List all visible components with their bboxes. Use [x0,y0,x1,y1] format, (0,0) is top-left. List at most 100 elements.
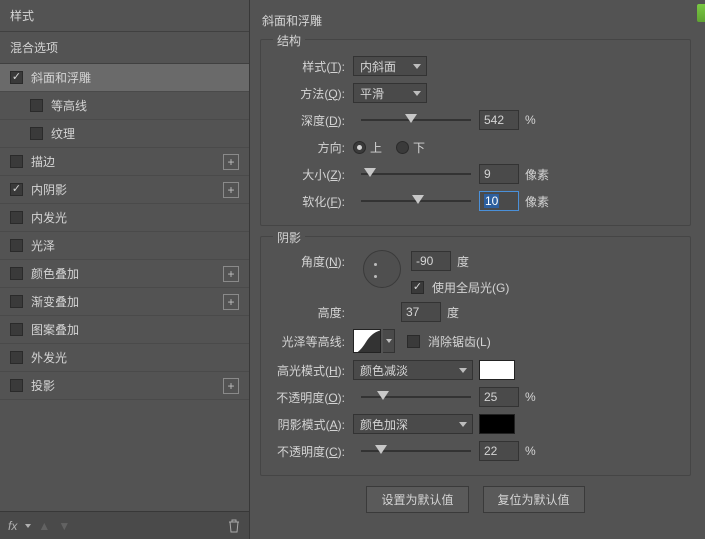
add-gradient-overlay-button[interactable]: + [223,294,239,310]
settings-panel: 斜面和浮雕 结构 样式(T): 内斜面 方法(Q): 平滑 深度(D): 542… [250,0,705,539]
reset-default-button[interactable]: 复位为默认值 [483,486,585,513]
depth-input[interactable]: 542 [479,110,519,130]
style-row-outer-glow[interactable]: 外发光 [0,344,249,372]
style-label: 样式(T): [271,58,353,75]
style-checkbox-satin[interactable] [10,239,23,252]
global-light-checkbox[interactable] [411,281,424,294]
size-slider[interactable] [361,165,471,183]
style-checkbox-inner-shadow[interactable] [10,183,23,196]
highlight-mode-label: 高光模式(H): [271,362,353,379]
structure-group: 结构 样式(T): 内斜面 方法(Q): 平滑 深度(D): 542 % 方向:… [260,39,691,226]
soften-unit: 像素 [525,193,549,210]
add-inner-shadow-button[interactable]: + [223,182,239,198]
style-checkbox-color-overlay[interactable] [10,267,23,280]
trash-icon[interactable] [227,519,241,533]
gloss-contour-label: 光泽等高线: [271,333,353,350]
altitude-input[interactable]: 37 [401,302,441,322]
highlight-opacity-slider[interactable] [361,388,471,406]
gloss-contour-dropdown[interactable] [383,329,395,353]
style-checkbox-pattern-overlay[interactable] [10,323,23,336]
style-label-satin: 光泽 [31,237,239,254]
styles-header: 样式 [0,0,249,32]
angle-dial[interactable] [363,250,401,288]
shading-group: 阴影 角度(N): -90 度 使用全局光(G) 高度: 37 度 光泽等 [260,236,691,476]
style-select[interactable]: 内斜面 [353,56,427,76]
style-label-outer-glow: 外发光 [31,349,239,366]
highlight-color-swatch[interactable] [479,360,515,380]
style-row-pattern-overlay[interactable]: 图案叠加 [0,316,249,344]
style-checkbox-texture[interactable] [30,127,43,140]
styles-footer: fx ▲ ▼ [0,511,249,539]
style-checkbox-drop-shadow[interactable] [10,379,23,392]
style-row-inner-glow[interactable]: 内发光 [0,204,249,232]
technique-select[interactable]: 平滑 [353,83,427,103]
move-up-icon: ▲ [37,519,51,533]
technique-label: 方法(Q): [271,85,353,102]
size-input[interactable]: 9 [479,164,519,184]
style-checkbox-bevel[interactable] [10,71,23,84]
soften-slider[interactable] [361,192,471,210]
style-label-bevel: 斜面和浮雕 [31,69,239,86]
depth-slider[interactable] [361,111,471,129]
style-row-texture[interactable]: 纹理 [0,120,249,148]
shadow-opacity-input[interactable]: 22 [479,441,519,461]
direction-down-radio[interactable] [396,141,409,154]
shadow-mode-select[interactable]: 颜色加深 [353,414,473,434]
shadow-opacity-slider[interactable] [361,442,471,460]
size-unit: 像素 [525,166,549,183]
style-label-inner-shadow: 内阴影 [31,181,223,198]
shadow-color-swatch[interactable] [479,414,515,434]
style-row-satin[interactable]: 光泽 [0,232,249,260]
shading-legend: 阴影 [273,229,305,246]
style-row-inner-shadow[interactable]: 内阴影+ [0,176,249,204]
shadow-opacity-unit: % [525,444,536,458]
highlight-mode-select[interactable]: 颜色减淡 [353,360,473,380]
add-stroke-button[interactable]: + [223,154,239,170]
chevron-down-icon[interactable] [25,524,31,528]
altitude-unit: 度 [447,304,459,321]
add-color-overlay-button[interactable]: + [223,266,239,282]
panel-title: 斜面和浮雕 [260,8,691,35]
fx-icon[interactable]: fx [8,519,17,533]
style-row-color-overlay[interactable]: 颜色叠加+ [0,260,249,288]
blend-options-header[interactable]: 混合选项 [0,32,249,64]
direction-label: 方向: [271,139,353,156]
style-checkbox-stroke[interactable] [10,155,23,168]
angle-input[interactable]: -90 [411,251,451,271]
style-row-contour[interactable]: 等高线 [0,92,249,120]
highlight-opacity-label: 不透明度(O): [271,389,353,406]
soften-label: 软化(F): [271,193,353,210]
style-label-gradient-overlay: 渐变叠加 [31,293,223,310]
style-checkbox-outer-glow[interactable] [10,351,23,364]
panel-indicator [697,4,705,22]
style-checkbox-contour[interactable] [30,99,43,112]
shadow-mode-label: 阴影模式(A): [271,416,353,433]
style-row-stroke[interactable]: 描边+ [0,148,249,176]
make-default-button[interactable]: 设置为默认值 [366,486,468,513]
direction-down-label[interactable]: 下 [413,139,425,156]
highlight-opacity-unit: % [525,390,536,404]
style-label-texture: 纹理 [51,125,239,142]
soften-input[interactable]: 10 [479,191,519,211]
antialias-label[interactable]: 消除锯齿(L) [428,333,491,350]
antialias-checkbox[interactable] [407,335,420,348]
highlight-opacity-input[interactable]: 25 [479,387,519,407]
style-label-drop-shadow: 投影 [31,377,223,394]
gloss-contour-picker[interactable] [353,329,381,353]
style-checkbox-inner-glow[interactable] [10,211,23,224]
style-label-stroke: 描边 [31,153,223,170]
style-row-drop-shadow[interactable]: 投影+ [0,372,249,400]
styles-panel: 样式 混合选项 斜面和浮雕等高线纹理描边+内阴影+内发光光泽颜色叠加+渐变叠加+… [0,0,250,539]
direction-up-label[interactable]: 上 [370,139,382,156]
style-label-pattern-overlay: 图案叠加 [31,321,239,338]
style-checkbox-gradient-overlay[interactable] [10,295,23,308]
direction-up-radio[interactable] [353,141,366,154]
move-down-icon: ▼ [57,519,71,533]
style-label-contour: 等高线 [51,97,239,114]
global-light-label[interactable]: 使用全局光(G) [432,279,509,296]
style-label-inner-glow: 内发光 [31,209,239,226]
add-drop-shadow-button[interactable]: + [223,378,239,394]
style-row-bevel[interactable]: 斜面和浮雕 [0,64,249,92]
style-row-gradient-overlay[interactable]: 渐变叠加+ [0,288,249,316]
structure-legend: 结构 [273,32,305,49]
